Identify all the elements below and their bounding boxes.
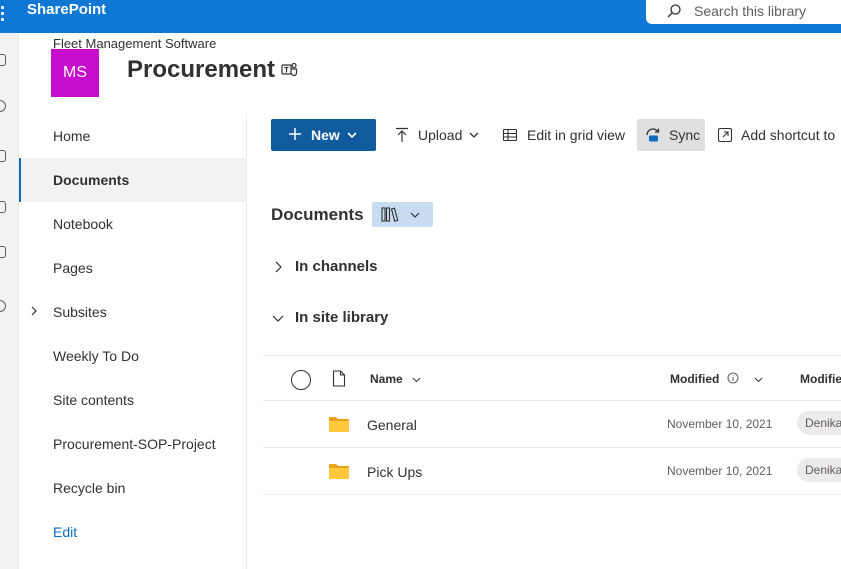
- app-rail: [0, 33, 19, 569]
- new-button[interactable]: New: [271, 119, 376, 151]
- lists-icon[interactable]: [0, 246, 6, 258]
- nav-item-label: Procurement-SOP-Project: [53, 436, 216, 452]
- modified-date: November 10, 2021: [667, 464, 773, 478]
- nav-item-label: Home: [53, 128, 91, 144]
- info-icon[interactable]: [727, 372, 739, 384]
- globe-icon[interactable]: [0, 100, 6, 112]
- nav-item-pages[interactable]: Pages: [19, 246, 246, 290]
- chevron-down-icon: [412, 377, 421, 383]
- modified-by-pill[interactable]: Denika: [797, 411, 841, 435]
- column-header-label: Modifie: [800, 372, 841, 386]
- view-switcher[interactable]: [372, 202, 433, 227]
- nav-item-label: Edit: [53, 524, 78, 540]
- site-title[interactable]: Procurement: [127, 56, 275, 84]
- column-header-name[interactable]: Name: [370, 372, 421, 386]
- chevron-down-icon: [347, 132, 357, 139]
- column-header-modified[interactable]: Modified: [670, 372, 763, 386]
- chevron-down-icon: [410, 212, 420, 218]
- nav-item-procurement-sop-project[interactable]: Procurement-SOP-Project: [19, 422, 246, 466]
- file-name[interactable]: General: [367, 417, 417, 433]
- nav-item-recycle-bin[interactable]: Recycle bin: [19, 466, 246, 510]
- table-row[interactable]: Pick Ups November 10, 2021 Denika: [263, 448, 841, 495]
- column-header-label: Modified: [670, 372, 720, 386]
- nav-item-label: Site contents: [53, 392, 134, 408]
- nav-item-label: Recycle bin: [53, 480, 126, 496]
- teams-icon[interactable]: [281, 62, 299, 78]
- plus-icon: [289, 128, 301, 140]
- file-list: Name Modified Modifie General November 1…: [263, 355, 841, 496]
- chevron-right-icon: [275, 261, 282, 273]
- add-shortcut-button[interactable]: Add shortcut to: [717, 119, 841, 151]
- edit-in-grid-view-button[interactable]: Edit in grid view: [502, 119, 630, 151]
- file-name[interactable]: Pick Ups: [367, 464, 422, 480]
- nav-item-label: Weekly To Do: [53, 348, 139, 364]
- library-view-icon: [381, 207, 399, 222]
- table-header: Name Modified Modifie: [263, 356, 841, 401]
- home-icon[interactable]: [0, 54, 6, 66]
- files-icon[interactable]: [0, 150, 6, 162]
- folder-icon: [329, 417, 349, 432]
- waffle-icon[interactable]: [0, 4, 8, 24]
- suite-bar: SharePoint Search this library: [0, 0, 841, 33]
- search-placeholder: Search this library: [694, 3, 807, 19]
- group-label: In site library: [295, 309, 389, 326]
- column-header-label: Name: [370, 372, 403, 386]
- search-icon: [667, 4, 681, 18]
- nav-item-weekly-to-do[interactable]: Weekly To Do: [19, 334, 246, 378]
- document-icon[interactable]: [332, 370, 346, 387]
- folder-icon: [329, 464, 349, 479]
- create-icon[interactable]: [0, 300, 6, 312]
- group-in-channels[interactable]: In channels: [271, 254, 411, 278]
- nav-item-label: Notebook: [53, 216, 113, 232]
- notebook-icon[interactable]: [0, 201, 6, 213]
- modified-by-name: Denika: [805, 416, 841, 430]
- chevron-right-icon[interactable]: [29, 306, 39, 316]
- new-button-label: New: [311, 127, 340, 143]
- chevron-down-icon: [272, 315, 284, 322]
- library-title: Documents: [271, 205, 364, 224]
- brand-title[interactable]: SharePoint: [27, 1, 106, 19]
- sync-icon: [646, 128, 660, 142]
- grid-icon: [502, 128, 518, 142]
- nav-item-notebook[interactable]: Notebook: [19, 202, 246, 246]
- nav-item-subsites[interactable]: Subsites: [19, 290, 246, 334]
- chevron-down-icon: [754, 377, 763, 383]
- sync-button[interactable]: Sync: [637, 119, 705, 151]
- group-label: In channels: [295, 258, 378, 275]
- modified-by-pill[interactable]: Denika: [797, 458, 841, 482]
- nav-item-site-contents[interactable]: Site contents: [19, 378, 246, 422]
- search-input[interactable]: Search this library: [646, 0, 841, 24]
- shortcut-icon: [717, 127, 733, 143]
- nav-item-label: Documents: [53, 172, 130, 188]
- modified-by-name: Denika: [805, 463, 841, 477]
- chevron-down-icon: [469, 132, 479, 138]
- nav-edit-link[interactable]: Edit: [19, 510, 246, 554]
- upload-button-label: Upload: [418, 127, 463, 143]
- modified-date: November 10, 2021: [667, 417, 773, 431]
- upload-button[interactable]: Upload: [394, 119, 486, 151]
- grid-view-label: Edit in grid view: [527, 127, 626, 143]
- nav-item-label: Pages: [53, 260, 93, 276]
- left-navigation: Home Documents Notebook Pages Subsites W…: [19, 114, 247, 569]
- group-in-site-library[interactable]: In site library: [271, 305, 421, 329]
- add-shortcut-label: Add shortcut to: [741, 127, 836, 143]
- select-all-checkbox[interactable]: [291, 370, 311, 390]
- sync-label: Sync: [669, 127, 701, 143]
- table-row[interactable]: General November 10, 2021 Denika: [263, 401, 841, 448]
- upload-icon: [396, 127, 408, 142]
- nav-item-label: Subsites: [53, 304, 107, 320]
- column-header-modified-by[interactable]: Modifie: [800, 372, 841, 386]
- nav-item-home[interactable]: Home: [19, 114, 246, 158]
- site-logo[interactable]: MS: [51, 49, 99, 97]
- nav-item-documents[interactable]: Documents: [19, 158, 246, 202]
